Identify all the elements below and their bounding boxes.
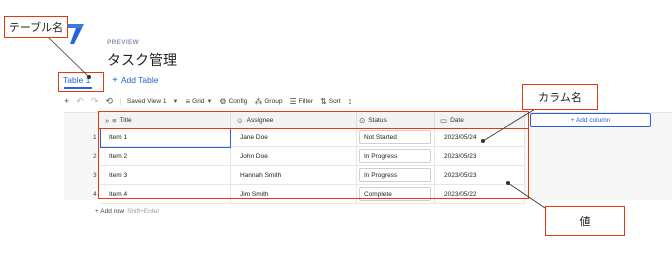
grid-label: Grid bbox=[192, 98, 205, 105]
group-label: Group bbox=[264, 98, 283, 105]
view-name: Saved View 1 bbox=[126, 98, 167, 105]
preview-badge: PREVIEW bbox=[107, 39, 140, 46]
row-height-icon[interactable]: ↕ bbox=[348, 97, 353, 106]
filter-label: Filter bbox=[298, 98, 314, 105]
row-number: 3 bbox=[93, 172, 97, 179]
add-table-label: Add Table bbox=[120, 75, 159, 85]
add-row-button[interactable]: + Add row Shift+Enter bbox=[95, 208, 159, 215]
column-name-callout: カラム名 bbox=[522, 84, 598, 110]
add-row-label: + Add row bbox=[95, 208, 125, 215]
chevron-down-icon: ▼ bbox=[172, 98, 179, 105]
toolbar: + ↶ ↷ ⟲ Saved View 1 ▼ ≡ Grid ▼ ⚙ Config… bbox=[64, 93, 352, 110]
sort-button[interactable]: ⇅ Sort bbox=[320, 97, 341, 106]
grid-icon: ≡ bbox=[185, 97, 191, 106]
table-name-highlight-box bbox=[58, 72, 104, 92]
config-label: Config bbox=[228, 98, 248, 105]
history-icon[interactable]: ⟲ bbox=[105, 97, 113, 106]
filter-icon: ☰ bbox=[289, 97, 297, 106]
config-button[interactable]: ⚙ Config bbox=[219, 97, 247, 106]
add-table-button[interactable]: + Add Table bbox=[112, 75, 159, 86]
plus-icon[interactable]: + bbox=[64, 97, 69, 106]
chevron-down-icon: ▼ bbox=[206, 98, 213, 105]
group-icon: ⁂ bbox=[254, 97, 263, 106]
add-column-button[interactable]: + Add column bbox=[530, 113, 651, 127]
column-names-highlight-box bbox=[98, 111, 529, 129]
filter-button[interactable]: ☰ Filter bbox=[289, 97, 313, 106]
table-name-callout: テーブル名 bbox=[4, 16, 68, 38]
undo-icon[interactable]: ↶ bbox=[76, 97, 84, 106]
sort-icon: ⇅ bbox=[320, 97, 327, 106]
redo-icon[interactable]: ↷ bbox=[91, 97, 99, 106]
shortcut-hint: Shift+Enter bbox=[127, 208, 160, 215]
base-title: タスク管理 bbox=[107, 52, 177, 68]
value-callout: 値 bbox=[545, 206, 625, 236]
group-button[interactable]: ⁂ Group bbox=[254, 97, 282, 106]
row-number: 1 bbox=[93, 134, 97, 141]
row-number: 2 bbox=[93, 153, 97, 160]
view-selector[interactable]: Saved View 1 ▼ bbox=[119, 98, 179, 105]
plus-icon: + bbox=[112, 75, 118, 86]
row-number: 4 bbox=[93, 191, 97, 198]
gear-icon: ⚙ bbox=[219, 97, 227, 106]
sort-label: Sort bbox=[328, 98, 341, 105]
grid-view-button[interactable]: ≡ Grid ▼ bbox=[186, 97, 213, 106]
